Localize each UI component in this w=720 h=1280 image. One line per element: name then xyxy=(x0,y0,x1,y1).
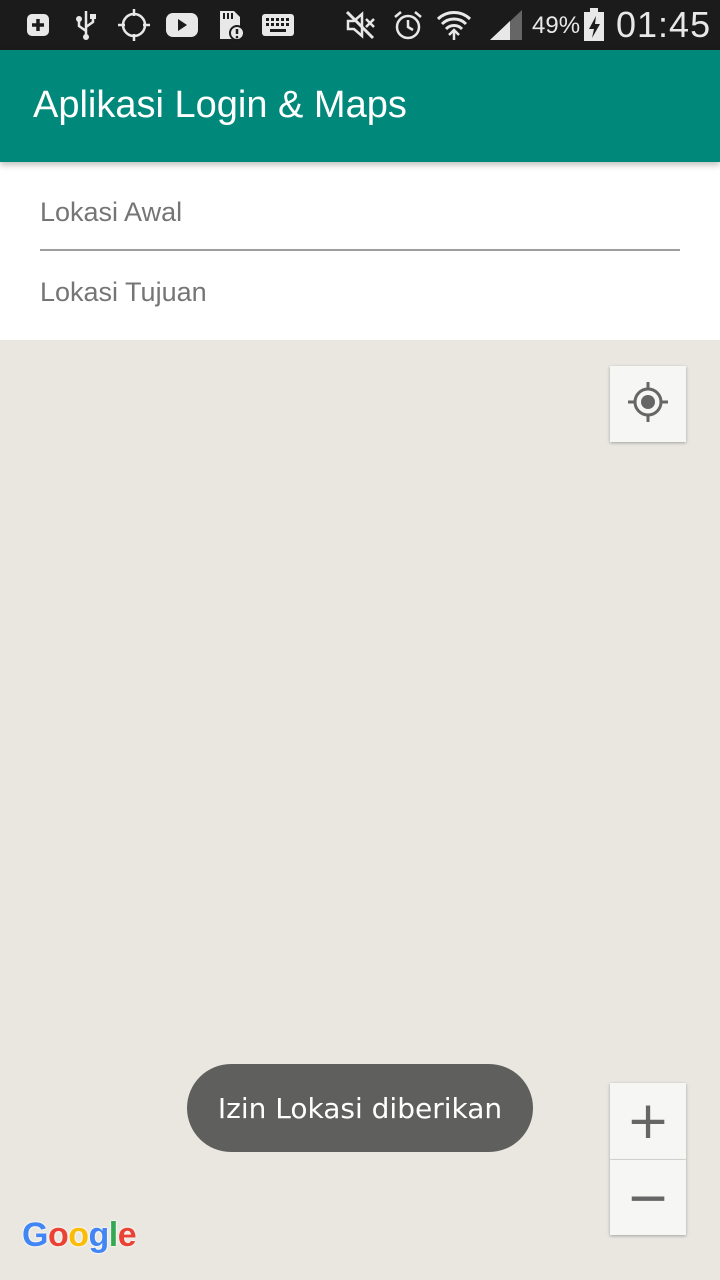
map-view[interactable]: Izin Lokasi diberikan + − Google xyxy=(0,340,720,1280)
google-logo: Google xyxy=(22,1216,137,1254)
origin-input-underline xyxy=(40,249,680,251)
wifi-icon xyxy=(436,7,472,43)
zoom-in-label: + xyxy=(626,1091,670,1151)
zoom-out-label: − xyxy=(626,1167,670,1228)
mute-icon xyxy=(342,7,378,43)
my-location-icon xyxy=(626,380,670,429)
my-location-button[interactable] xyxy=(610,366,686,442)
gps-icon xyxy=(116,7,152,43)
toast-message: Izin Lokasi diberikan xyxy=(187,1064,533,1152)
status-bar: 49% 01:45 xyxy=(0,0,720,50)
zoom-in-button[interactable]: + xyxy=(610,1083,686,1160)
app-title: Aplikasi Login & Maps xyxy=(33,84,407,126)
app-bar: Aplikasi Login & Maps xyxy=(0,50,720,162)
youtube-icon xyxy=(164,7,200,43)
alarm-icon xyxy=(390,7,426,43)
origin-location-input[interactable] xyxy=(40,192,680,232)
destination-location-input[interactable] xyxy=(40,272,680,312)
battery-percent: 49% xyxy=(532,12,581,39)
sd-card-alert-icon xyxy=(212,7,248,43)
add-box-icon xyxy=(20,7,56,43)
clock: 01:45 xyxy=(616,4,712,45)
zoom-out-button[interactable]: − xyxy=(610,1160,686,1235)
signal-icon xyxy=(488,7,524,43)
route-form xyxy=(0,162,720,340)
battery-icon xyxy=(576,7,612,43)
usb-icon xyxy=(68,7,104,43)
keyboard-icon xyxy=(260,7,296,43)
